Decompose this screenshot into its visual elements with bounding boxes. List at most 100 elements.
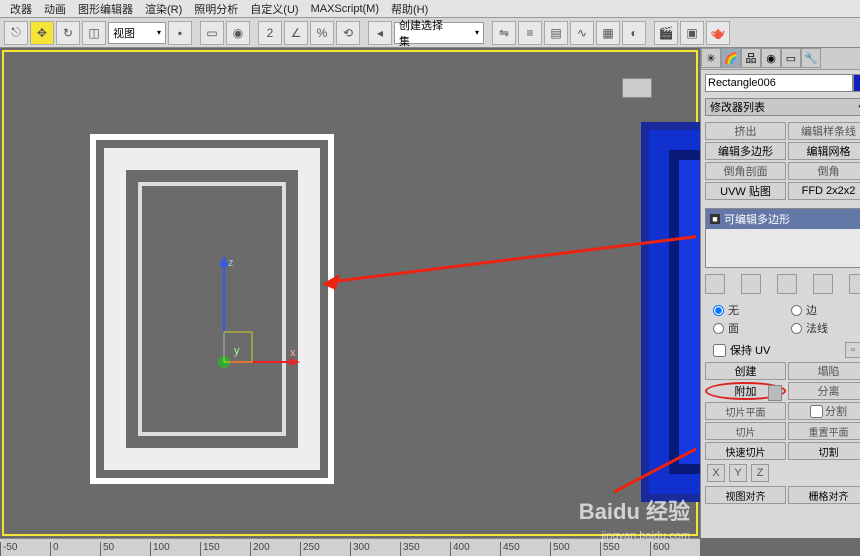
- btn-edit-spline[interactable]: 编辑样条线: [788, 122, 860, 140]
- snap-2d-button[interactable]: 2: [258, 21, 282, 45]
- btn-slice-plane[interactable]: 切片平面: [705, 402, 786, 420]
- move-button[interactable]: ✥: [30, 21, 54, 45]
- btn-edit-mesh[interactable]: 编辑网格: [788, 142, 860, 160]
- modifier-stack[interactable]: ■ 可编辑多边形: [705, 208, 860, 268]
- render-setup-button[interactable]: 🎬: [654, 21, 678, 45]
- menu-rendering[interactable]: 渲染(R): [139, 0, 188, 19]
- chevron-down-icon: ▾: [157, 28, 161, 37]
- menu-maxscript[interactable]: MAXScript(M): [305, 1, 385, 17]
- object-frame-white[interactable]: [90, 134, 334, 484]
- tab-motion[interactable]: ◉: [761, 48, 781, 68]
- tab-create[interactable]: ✳: [701, 48, 721, 68]
- menu-graph-editors[interactable]: 图形编辑器: [72, 0, 139, 19]
- btn-attach-label: 附加: [735, 383, 757, 399]
- ruler-tick: 50: [100, 542, 150, 556]
- radio-none[interactable]: 无: [713, 302, 783, 318]
- unique-button[interactable]: [777, 274, 797, 294]
- btn-slice[interactable]: 切片: [705, 422, 786, 440]
- attach-list-button[interactable]: [768, 385, 782, 401]
- named-sel-dropdown[interactable]: 创建选择集 ▾: [394, 22, 484, 44]
- btn-uvw-map[interactable]: UVW 贴图: [705, 182, 786, 200]
- menu-animation[interactable]: 动画: [38, 0, 72, 19]
- ruler-tick: 150: [200, 542, 250, 556]
- btn-cut[interactable]: 切割: [788, 442, 860, 460]
- btn-chamfer[interactable]: 倒角: [788, 162, 860, 180]
- menu-modifier[interactable]: 改器: [4, 0, 38, 19]
- menu-lighting-analysis[interactable]: 照明分析: [188, 0, 244, 19]
- tab-hierarchy[interactable]: 品: [741, 48, 761, 68]
- viewcube-icon[interactable]: [622, 78, 652, 98]
- link-button[interactable]: ⎋: [4, 21, 28, 45]
- btn-create[interactable]: 创建: [705, 362, 786, 380]
- snap-percent-button[interactable]: %: [310, 21, 334, 45]
- btn-view-align[interactable]: 视图对齐: [705, 486, 786, 504]
- btn-grid-align[interactable]: 栅格对齐: [788, 486, 860, 504]
- ref-coord-label: 视图: [113, 25, 135, 41]
- isolate-button[interactable]: ◉: [226, 21, 250, 45]
- expand-icon[interactable]: ■: [710, 214, 720, 224]
- btn-chamfer-section[interactable]: 倒角剖面: [705, 162, 786, 180]
- object-color-swatch[interactable]: [853, 74, 860, 92]
- radio-edge[interactable]: 边: [791, 302, 860, 318]
- modifier-list-dropdown[interactable]: 修改器列表 ▾: [705, 98, 860, 116]
- render-button[interactable]: 🫖: [706, 21, 730, 45]
- label-keep-uv: 保持 UV: [730, 342, 770, 358]
- ruler-tick: -50: [0, 542, 50, 556]
- axis-z-button[interactable]: Z: [751, 464, 769, 482]
- named-sel-prev-button[interactable]: ◂: [368, 21, 392, 45]
- pin-stack-button[interactable]: [705, 274, 725, 294]
- mirror-button[interactable]: ⇋: [492, 21, 516, 45]
- checkbox-split[interactable]: [810, 405, 823, 418]
- axis-x-button[interactable]: X: [707, 464, 725, 482]
- btn-reset-plane[interactable]: 重置平面: [788, 422, 860, 440]
- modifier-list-label: 修改器列表: [710, 99, 765, 115]
- command-panel-tabs: ✳ 🌈 品 ◉ ▭ 🔧: [701, 48, 860, 70]
- material-button[interactable]: ◐: [622, 21, 646, 45]
- stack-item-editable-poly[interactable]: ■ 可编辑多边形: [706, 209, 860, 229]
- menu-bar: 改器 动画 图形编辑器 渲染(R) 照明分析 自定义(U) MAXScript(…: [0, 0, 860, 18]
- snap-angle-button[interactable]: ∠: [284, 21, 308, 45]
- radio-face[interactable]: 面: [713, 320, 783, 336]
- btn-split[interactable]: 分割: [788, 402, 860, 420]
- object-name-input[interactable]: [705, 74, 853, 92]
- time-ruler[interactable]: -50 0 50 100 150 200 250 300 350 400 450…: [0, 538, 700, 556]
- layers-button[interactable]: ▤: [544, 21, 568, 45]
- btn-attach[interactable]: 附加: [705, 382, 786, 400]
- btn-ffd[interactable]: FFD 2x2x2: [788, 182, 860, 200]
- radio-normal[interactable]: 法线: [791, 320, 860, 336]
- btn-extrude[interactable]: 挤出: [705, 122, 786, 140]
- snap-spinner-button[interactable]: ⟲: [336, 21, 360, 45]
- tab-display[interactable]: ▭: [781, 48, 801, 68]
- active-viewport[interactable]: z x y: [2, 50, 698, 536]
- stack-item-label: 可编辑多边形: [724, 211, 790, 227]
- ruler-tick: 450: [500, 542, 550, 556]
- ruler-tick: 400: [450, 542, 500, 556]
- ruler-tick: 350: [400, 542, 450, 556]
- axis-y-button[interactable]: Y: [729, 464, 747, 482]
- select-object-button[interactable]: ▭: [200, 21, 224, 45]
- btn-edit-poly[interactable]: 编辑多边形: [705, 142, 786, 160]
- ruler-tick: 300: [350, 542, 400, 556]
- named-sel-label: 创建选择集: [399, 17, 453, 49]
- schematic-button[interactable]: ▦: [596, 21, 620, 45]
- pivot-button[interactable]: ▪: [168, 21, 192, 45]
- rotate-button[interactable]: ↻: [56, 21, 80, 45]
- tab-modify[interactable]: 🌈: [721, 48, 741, 68]
- menu-customize[interactable]: 自定义(U): [244, 0, 304, 19]
- keep-uv-settings-button[interactable]: ▫: [845, 342, 860, 358]
- ref-coord-dropdown[interactable]: 视图 ▾: [108, 22, 166, 44]
- btn-separate[interactable]: 分离: [788, 382, 860, 400]
- curve-editor-button[interactable]: ∿: [570, 21, 594, 45]
- configure-button[interactable]: [849, 274, 860, 294]
- ruler-tick: 0: [50, 542, 100, 556]
- btn-collapse[interactable]: 塌陷: [788, 362, 860, 380]
- checkbox-keep-uv[interactable]: [713, 344, 726, 357]
- align-button[interactable]: ≡: [518, 21, 542, 45]
- show-end-button[interactable]: [741, 274, 761, 294]
- scale-button[interactable]: ◫: [82, 21, 106, 45]
- render-frame-button[interactable]: ▣: [680, 21, 704, 45]
- btn-quick-slice[interactable]: 快速切片: [705, 442, 786, 460]
- remove-mod-button[interactable]: [813, 274, 833, 294]
- tab-utilities[interactable]: 🔧: [801, 48, 821, 68]
- ruler-tick: 550: [600, 542, 650, 556]
